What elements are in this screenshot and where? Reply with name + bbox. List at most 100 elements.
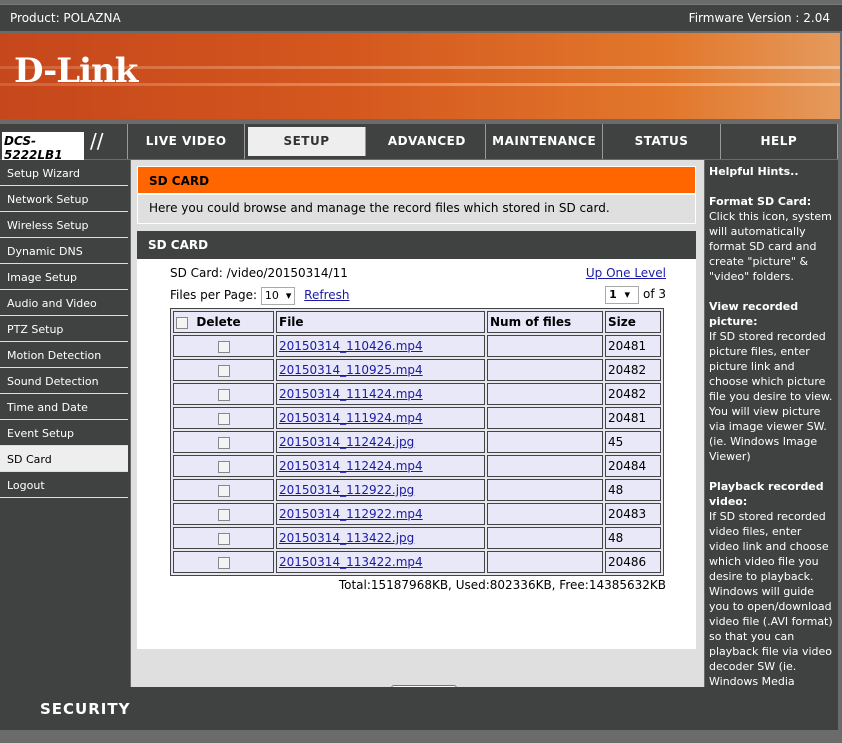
- file-cell: 20150314_112424.jpg: [276, 431, 485, 453]
- table-row: 20150314_112922.mp4 20483: [173, 503, 661, 525]
- delete-checkbox[interactable]: [217, 556, 230, 569]
- browser-panel: SD CARD SD Card: /video/20150314/11 Up O…: [137, 231, 696, 706]
- delete-cell: [173, 359, 274, 381]
- size-cell: 20482: [605, 383, 661, 405]
- size-cell: 20483: [605, 503, 661, 525]
- sidebar-item-audio-and-video[interactable]: Audio and Video: [0, 290, 128, 316]
- tab-maintenance[interactable]: MAINTENANCE: [486, 124, 604, 159]
- sidebar-item-image-setup[interactable]: Image Setup: [0, 264, 128, 290]
- file-cell: 20150314_112424.mp4: [276, 455, 485, 477]
- top-bar: Product: POLAZNA Firmware Version : 2.04: [0, 4, 842, 31]
- delete-checkbox[interactable]: [217, 460, 230, 473]
- file-link[interactable]: 20150314_112424.mp4: [279, 459, 423, 473]
- select-all-checkbox[interactable]: [176, 316, 188, 329]
- sidebar-item-logout[interactable]: Logout: [0, 472, 128, 498]
- sidebar-item-event-setup[interactable]: Event Setup: [0, 420, 128, 446]
- delete-checkbox[interactable]: [217, 436, 230, 449]
- delete-checkbox[interactable]: [217, 532, 230, 545]
- col-size: Size: [605, 311, 661, 333]
- delete-checkbox[interactable]: [217, 340, 230, 353]
- sidebar: Setup Wizard Network Setup Wireless Setup D…: [0, 160, 130, 687]
- file-link[interactable]: 20150314_112922.mp4: [279, 507, 423, 521]
- refresh-link[interactable]: Refresh: [304, 288, 349, 302]
- file-link[interactable]: 20150314_110925.mp4: [279, 363, 423, 377]
- hint-heading: Format SD Card:: [709, 195, 812, 208]
- file-link[interactable]: 20150314_110426.mp4: [279, 339, 423, 353]
- num-files-cell: [487, 503, 603, 525]
- main-content: SD CARD Here you could browse and manage…: [131, 160, 704, 706]
- file-link[interactable]: 20150314_112922.jpg: [279, 483, 414, 497]
- size-cell: 48: [605, 527, 661, 549]
- size-cell: 45: [605, 431, 661, 453]
- size-cell: 20484: [605, 455, 661, 477]
- delete-cell: [173, 527, 274, 549]
- tab-status[interactable]: STATUS: [603, 124, 721, 159]
- table-row: 20150314_110426.mp4 20481: [173, 335, 661, 357]
- col-file: File: [276, 311, 485, 333]
- hint-text: If SD stored recorded video files, enter…: [709, 510, 833, 703]
- tab-setup[interactable]: SETUP: [248, 127, 366, 156]
- sidebar-item-network-setup[interactable]: Network Setup: [0, 186, 128, 212]
- num-files-cell: [487, 455, 603, 477]
- footer-security: SECURITY: [40, 700, 131, 718]
- col-num-files: Num of files: [487, 311, 603, 333]
- top-nav: DCS-5222LB1// LIVE VIDEO SETUP ADVANCED …: [0, 124, 838, 164]
- delete-checkbox[interactable]: [217, 412, 230, 425]
- table-row: 20150314_110925.mp4 20482: [173, 359, 661, 381]
- delete-cell: [173, 551, 274, 573]
- up-one-level-link[interactable]: Up One Level: [586, 266, 666, 280]
- sidebar-item-time-and-date[interactable]: Time and Date: [0, 394, 128, 420]
- page-value: 1: [609, 288, 617, 301]
- dlink-logo: D-Link: [14, 51, 138, 91]
- table-row: 20150314_112922.jpg 48: [173, 479, 661, 501]
- intro-title: SD CARD: [137, 166, 696, 194]
- size-cell: 20486: [605, 551, 661, 573]
- intro-text: Here you could browse and manage the rec…: [137, 194, 696, 224]
- delete-checkbox[interactable]: [217, 388, 230, 401]
- sidebar-item-wireless-setup[interactable]: Wireless Setup: [0, 212, 128, 238]
- sidebar-item-ptz-setup[interactable]: PTZ Setup: [0, 316, 128, 342]
- sidebar-item-setup-wizard[interactable]: Setup Wizard: [0, 160, 128, 186]
- firmware-label: Firmware Version : 2.04: [688, 11, 830, 25]
- banner: D-Link: [0, 33, 840, 119]
- sd-path: SD Card: /video/20150314/11: [170, 266, 348, 280]
- delete-cell: [173, 479, 274, 501]
- hint-text: If SD stored recorded picture files, ent…: [709, 330, 833, 463]
- product-label: Product: POLAZNA: [10, 11, 121, 25]
- delete-checkbox[interactable]: [217, 508, 230, 521]
- delete-cell: [173, 383, 274, 405]
- delete-checkbox[interactable]: [217, 484, 230, 497]
- num-files-cell: [487, 359, 603, 381]
- delete-cell: [173, 335, 274, 357]
- table-row: 20150314_113422.jpg 48: [173, 527, 661, 549]
- file-link[interactable]: 20150314_113422.jpg: [279, 531, 414, 545]
- delete-cell: [173, 431, 274, 453]
- footer: SECURITY: [0, 687, 838, 730]
- col-delete-label: Delete: [196, 315, 241, 329]
- file-cell: 20150314_111424.mp4: [276, 383, 485, 405]
- files-per-page-select[interactable]: 10 ▾: [260, 287, 296, 305]
- sidebar-item-sound-detection[interactable]: Sound Detection: [0, 368, 128, 394]
- delete-cell: [173, 407, 274, 429]
- page-select[interactable]: 1 ▾: [605, 286, 640, 304]
- tab-live-video[interactable]: LIVE VIDEO: [128, 124, 246, 159]
- sidebar-item-motion-detection[interactable]: Motion Detection: [0, 342, 128, 368]
- num-files-cell: [487, 383, 603, 405]
- num-files-cell: [487, 479, 603, 501]
- file-link[interactable]: 20150314_112424.jpg: [279, 435, 414, 449]
- table-row: 20150314_112424.jpg 45: [173, 431, 661, 453]
- sidebar-item-sd-card[interactable]: SD Card: [0, 446, 128, 472]
- tab-advanced[interactable]: ADVANCED: [369, 124, 486, 159]
- hints-title: Helpful Hints..: [709, 165, 799, 178]
- files-per-page-label: Files per Page:: [170, 288, 257, 302]
- file-link[interactable]: 20150314_111424.mp4: [279, 387, 423, 401]
- sidebar-item-dynamic-dns[interactable]: Dynamic DNS: [0, 238, 128, 264]
- table-row: 20150314_112424.mp4 20484: [173, 455, 661, 477]
- num-files-cell: [487, 431, 603, 453]
- file-link[interactable]: 20150314_111924.mp4: [279, 411, 423, 425]
- num-files-cell: [487, 551, 603, 573]
- num-files-cell: [487, 407, 603, 429]
- file-link[interactable]: 20150314_113422.mp4: [279, 555, 423, 569]
- tab-help[interactable]: HELP: [721, 124, 838, 159]
- delete-checkbox[interactable]: [217, 364, 230, 377]
